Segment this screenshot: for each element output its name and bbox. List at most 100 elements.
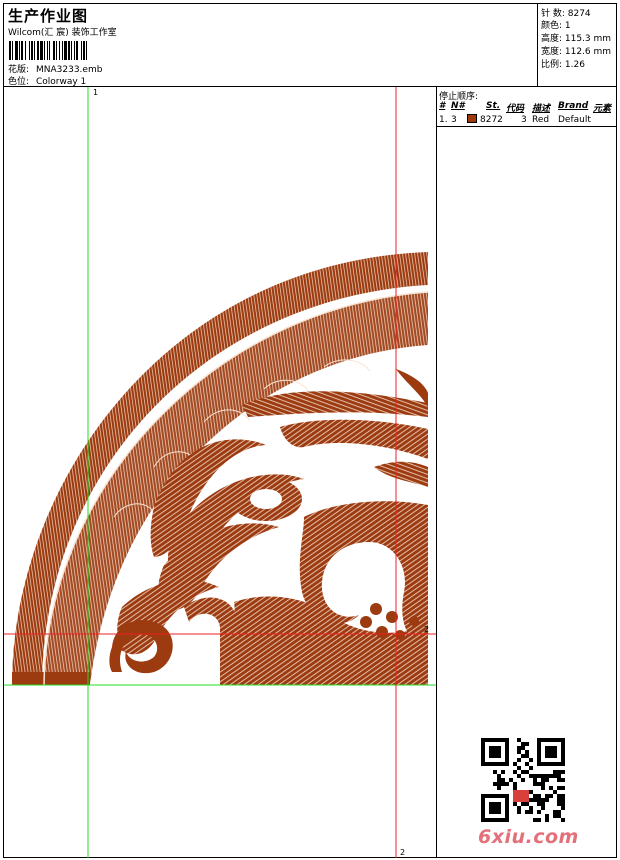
qr-module bbox=[525, 742, 529, 746]
qr-module bbox=[553, 790, 557, 794]
col-header-code: 代码 bbox=[506, 104, 525, 114]
qr-module bbox=[557, 778, 561, 782]
qr-module bbox=[537, 802, 541, 806]
qr-module bbox=[517, 758, 521, 762]
header-info-panel: 生产作业图 Wilcom(汇 宸) 装饰工作室 花版: MNA3233.emb 色… bbox=[4, 4, 538, 87]
qr-module bbox=[505, 782, 509, 786]
qr-module bbox=[533, 782, 537, 786]
qr-module bbox=[521, 770, 525, 774]
qr-module bbox=[525, 754, 529, 758]
col-header-needle: N# bbox=[451, 101, 465, 111]
qr-module bbox=[501, 770, 505, 774]
row-needle: 3 bbox=[451, 115, 457, 125]
design-height: 高度: 115.3 mm bbox=[541, 34, 612, 44]
qr-module bbox=[489, 802, 501, 814]
qr-module bbox=[537, 794, 541, 798]
qr-module bbox=[513, 770, 517, 774]
qr-module bbox=[561, 798, 565, 802]
qr-module bbox=[553, 814, 557, 818]
qr-module bbox=[521, 802, 525, 806]
qr-module bbox=[541, 782, 545, 786]
guide-label-1: 1 bbox=[93, 88, 98, 97]
barcode bbox=[9, 41, 144, 60]
qr-module bbox=[557, 770, 561, 774]
qr-module bbox=[537, 818, 541, 822]
qr-module bbox=[541, 806, 545, 810]
qr-module bbox=[557, 814, 561, 818]
qr-module bbox=[557, 786, 561, 790]
qr-module bbox=[533, 794, 537, 798]
qr-module bbox=[561, 778, 565, 782]
guide-label-2-right: 2 bbox=[424, 625, 429, 634]
row-brand: Default bbox=[558, 115, 591, 125]
qr-module bbox=[549, 794, 553, 798]
qr-module bbox=[561, 806, 565, 810]
design-stats-panel: 针 数: 8274 颜色: 1 高度: 115.3 mm 宽度: 112.6 m… bbox=[538, 4, 616, 87]
qr-module bbox=[497, 778, 501, 782]
qr-module bbox=[545, 798, 549, 802]
qr-module bbox=[553, 810, 557, 814]
qr-module bbox=[489, 746, 501, 758]
qr-module bbox=[521, 754, 525, 758]
qr-module bbox=[501, 782, 505, 786]
qr-module bbox=[493, 770, 497, 774]
leaf-top-1 bbox=[242, 391, 428, 417]
colorway-label: 色位: bbox=[8, 77, 30, 87]
qr-module bbox=[541, 786, 545, 790]
page-title: 生产作业图 bbox=[8, 7, 89, 25]
qr-module bbox=[557, 802, 561, 806]
qr-module bbox=[541, 798, 545, 802]
qr-module bbox=[517, 766, 521, 770]
qr-module bbox=[561, 818, 565, 822]
embroidery-preview-canvas: 1 2 2 bbox=[4, 87, 436, 858]
qr-module bbox=[501, 778, 505, 782]
qr-module bbox=[557, 810, 561, 814]
eye-hole bbox=[250, 489, 282, 509]
scroll-inner bbox=[184, 597, 236, 685]
col-header-index: # bbox=[439, 101, 446, 111]
qr-module bbox=[533, 818, 537, 822]
qr-module bbox=[529, 806, 533, 810]
row-description: Red bbox=[532, 115, 550, 125]
leaf-right-1 bbox=[374, 461, 428, 487]
qr-module bbox=[561, 802, 565, 806]
col-header-element: 元素 bbox=[593, 104, 612, 114]
qr-module bbox=[513, 782, 517, 786]
color-count: 颜色: 1 bbox=[541, 21, 571, 31]
col-header-description: 描述 bbox=[532, 104, 551, 114]
row-code: 3 bbox=[521, 115, 527, 125]
qr-module bbox=[497, 774, 501, 778]
qr-module bbox=[529, 810, 533, 814]
left-border-foot bbox=[12, 672, 90, 685]
qr-module bbox=[537, 782, 541, 786]
qr-module bbox=[549, 774, 553, 778]
qr-module bbox=[517, 738, 521, 742]
qr-module bbox=[517, 774, 521, 778]
qr-module bbox=[553, 774, 557, 778]
qr-module bbox=[529, 798, 533, 802]
qr-module bbox=[553, 770, 557, 774]
qr-module bbox=[529, 790, 533, 794]
qr-module bbox=[561, 770, 565, 774]
qr-module bbox=[561, 794, 565, 798]
col-header-brand: Brand bbox=[558, 101, 589, 111]
qr-module bbox=[517, 810, 521, 814]
qr-module bbox=[493, 782, 497, 786]
qr-module bbox=[513, 786, 517, 790]
leaf-top-2 bbox=[280, 419, 428, 459]
qr-module bbox=[541, 802, 545, 806]
qr-module bbox=[525, 810, 529, 814]
qr-module bbox=[525, 750, 529, 754]
qr-module bbox=[517, 750, 521, 754]
qr-module bbox=[529, 774, 533, 778]
qr-module bbox=[557, 774, 561, 778]
qr-module bbox=[545, 746, 557, 758]
qr-code[interactable] bbox=[481, 738, 565, 822]
colorway-value: Colorway 1 bbox=[36, 77, 87, 87]
qr-module bbox=[545, 818, 549, 822]
qr-module bbox=[541, 774, 545, 778]
qr-module bbox=[557, 794, 561, 798]
qr-module bbox=[509, 778, 513, 782]
design-width: 宽度: 112.6 mm bbox=[541, 47, 612, 57]
qr-module bbox=[497, 786, 501, 790]
